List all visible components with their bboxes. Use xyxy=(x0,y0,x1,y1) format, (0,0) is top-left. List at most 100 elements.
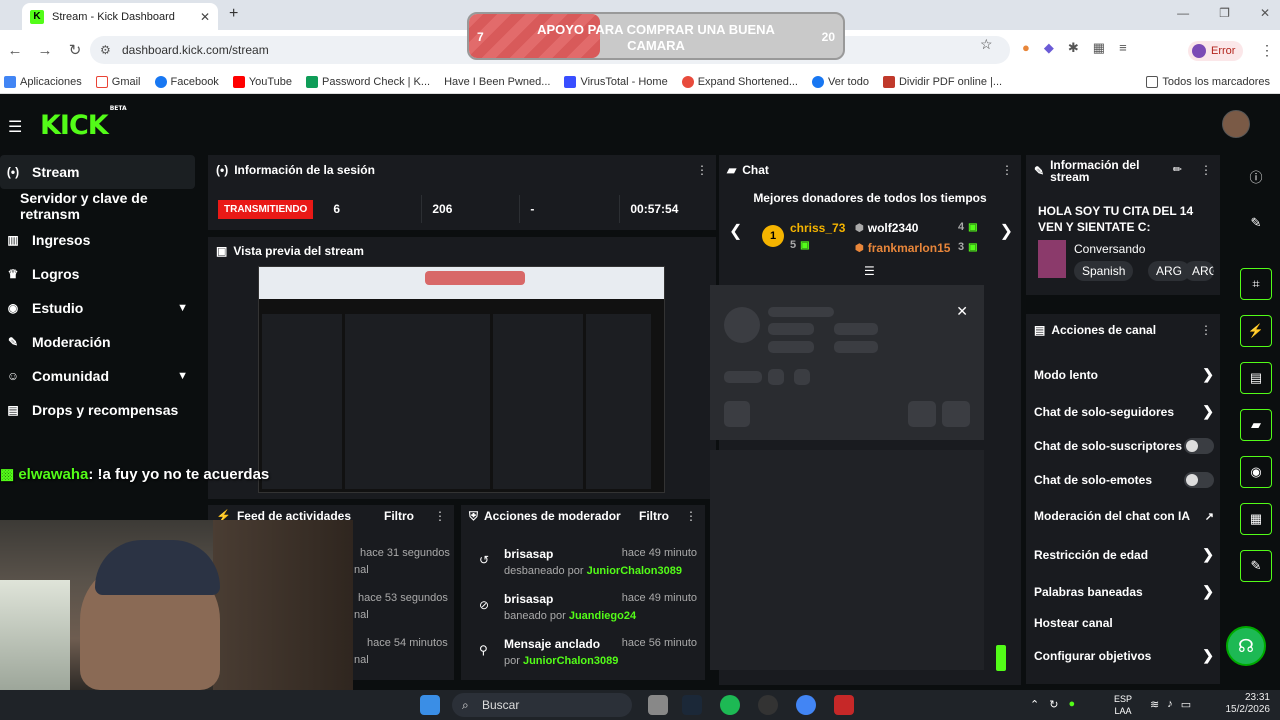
emotes-only-toggle[interactable] xyxy=(1184,472,1214,488)
wifi-icon[interactable]: ≋ xyxy=(1150,698,1159,711)
close-window-icon[interactable]: ✕ xyxy=(1260,6,1270,20)
more-icon[interactable]: ⋮ xyxy=(685,509,697,523)
reload-icon[interactable]: ↻ xyxy=(60,41,90,59)
donor-first[interactable]: chriss_73 xyxy=(790,221,845,235)
category-thumbnail[interactable] xyxy=(1038,240,1066,278)
chat-messages-area[interactable] xyxy=(710,450,984,670)
close-tab-icon[interactable]: ✕ xyxy=(200,10,210,24)
action-subscribers-only[interactable]: Chat de solo-suscriptores xyxy=(1034,438,1214,454)
action-followers-only[interactable]: Chat de solo-seguidores ❯ xyxy=(1034,403,1214,420)
stream-tag[interactable]: ARG xyxy=(1184,261,1214,281)
headset-support-button[interactable]: ☊ xyxy=(1226,626,1266,666)
bookmark-item[interactable]: VirusTotal - Home xyxy=(564,75,668,88)
extension-icon[interactable]: ✱ xyxy=(1068,40,1079,56)
bookmark-item[interactable]: Password Check | K... xyxy=(306,75,430,88)
browser-menu-icon[interactable]: ⋮ xyxy=(1260,42,1274,59)
more-icon[interactable]: ⋮ xyxy=(1200,163,1212,177)
file-explorer-icon[interactable] xyxy=(648,695,668,715)
chevron-up-icon[interactable]: ⌃ xyxy=(1030,698,1039,711)
donor-second[interactable]: ⬢ wolf2340 xyxy=(855,221,918,235)
menu-icon[interactable]: ☰ xyxy=(8,117,22,137)
edit-icon[interactable]: ✏ xyxy=(1173,163,1182,176)
action-ai-moderation[interactable]: Moderación del chat con IA ↗ xyxy=(1034,509,1214,523)
bookmark-item[interactable]: Aplicaciones xyxy=(4,75,82,88)
spotify-icon[interactable] xyxy=(720,695,740,715)
mod-user[interactable]: Juandiego24 xyxy=(569,610,636,622)
sync-icon[interactable]: ↻ xyxy=(1049,698,1058,711)
volume-icon[interactable]: ♪ xyxy=(1167,698,1173,711)
site-info-icon[interactable]: ⚙ xyxy=(100,43,111,57)
user-avatar[interactable] xyxy=(1222,110,1250,138)
action-age-restriction[interactable]: Restricción de edad ❯ xyxy=(1034,546,1214,563)
sidebar-item-ingresos[interactable]: ▥ Ingresos xyxy=(0,223,200,257)
action-emotes-only[interactable]: Chat de solo-emotes xyxy=(1034,472,1214,488)
broadcast-icon[interactable]: ◉ xyxy=(1240,456,1272,488)
sidebar-item-server-key[interactable]: Servidor y clave de retransm xyxy=(0,189,200,223)
extension-icon[interactable]: ● xyxy=(1022,40,1030,56)
all-bookmarks[interactable]: Todos los marcadores xyxy=(1146,75,1270,88)
obs-icon[interactable] xyxy=(758,695,778,715)
windows-start-icon[interactable] xyxy=(420,695,440,715)
sidebar-item-comunidad[interactable]: ☺ Comunidad ▼ xyxy=(0,359,200,393)
chrome-icon[interactable] xyxy=(796,695,816,715)
clock[interactable]: 23:31 15/2/2026 xyxy=(1226,692,1271,716)
sidebar-item-drops[interactable]: ▤ Drops y recompensas xyxy=(0,393,200,427)
wrench-icon[interactable]: ✎ xyxy=(1240,550,1272,582)
mic-icon[interactable]: ● xyxy=(1068,698,1075,711)
chat-icon[interactable]: ▰ xyxy=(1240,409,1272,441)
chevron-right-icon[interactable]: ❯ xyxy=(1000,221,1013,241)
collapse-icon[interactable]: ☰ xyxy=(864,264,875,278)
sidebar-item-logros[interactable]: ♛ Logros xyxy=(0,257,200,291)
feed-filter-button[interactable]: Filtro xyxy=(384,509,414,523)
bookmark-item[interactable]: Ver todo xyxy=(811,75,869,88)
action-host-channel[interactable]: Hostear canal xyxy=(1034,616,1214,630)
close-icon[interactable]: ✕ xyxy=(956,303,968,320)
bookmark-star-icon[interactable]: ☆ xyxy=(980,36,993,53)
bookmark-item[interactable]: Facebook xyxy=(154,75,219,88)
browser-tab[interactable]: K Stream - Kick Dashboard ✕ xyxy=(22,3,218,30)
translate-icon[interactable]: ◆ xyxy=(1044,40,1054,56)
subscribers-only-toggle[interactable] xyxy=(1184,438,1214,454)
maximize-icon[interactable]: ❐ xyxy=(1219,6,1230,20)
edit-icon[interactable]: ✎ xyxy=(1240,207,1272,239)
donor-third[interactable]: ⬢ frankmarlon15 xyxy=(855,241,950,255)
back-icon[interactable]: ← xyxy=(0,42,30,59)
stream-preview-video[interactable] xyxy=(258,266,665,493)
action-configure-goals[interactable]: Configurar objetivos ❯ xyxy=(1034,647,1214,664)
stream-tag[interactable]: Spanish xyxy=(1074,261,1134,281)
media-icon[interactable]: ≡ xyxy=(1119,40,1127,56)
bookmark-item[interactable]: Expand Shortened... xyxy=(681,75,798,88)
kick-logo[interactable]: KICKBETA xyxy=(40,105,127,141)
minimize-icon[interactable]: — xyxy=(1177,6,1189,20)
mod-user[interactable]: JuniorChalon3089 xyxy=(523,655,618,667)
category-name[interactable]: Conversando xyxy=(1074,242,1145,256)
sidebar-item-stream[interactable]: (•) Stream xyxy=(0,155,195,189)
language-indicator[interactable]: ESP LAA xyxy=(1114,693,1132,717)
more-icon[interactable]: ⋮ xyxy=(434,509,446,523)
mod-filter-button[interactable]: Filtro xyxy=(639,509,669,523)
info-icon[interactable]: ⓘ xyxy=(1240,160,1272,192)
layout-icon[interactable]: ▦ xyxy=(1240,503,1272,535)
more-icon[interactable]: ⋮ xyxy=(696,163,708,177)
more-icon[interactable]: ⋮ xyxy=(1001,163,1013,177)
sidebar-item-moderacion[interactable]: ✎ Moderación xyxy=(0,325,200,359)
bookmark-item[interactable]: YouTube xyxy=(232,75,292,88)
mod-user[interactable]: JuniorChalon3089 xyxy=(587,565,682,577)
bookmark-item[interactable]: Dividir PDF online |... xyxy=(882,75,1002,88)
notes-icon[interactable]: ▤ xyxy=(1240,362,1272,394)
chevron-left-icon[interactable]: ❮ xyxy=(729,221,742,241)
chat-send-button[interactable] xyxy=(996,645,1006,671)
bookmark-item[interactable]: Gmail xyxy=(95,75,141,88)
taskbar-search[interactable]: ⌕ Buscar xyxy=(452,693,632,717)
steam-icon[interactable] xyxy=(682,695,702,715)
new-tab-icon[interactable]: + xyxy=(229,5,238,23)
bookmark-item[interactable]: Have I Been Pwned... xyxy=(444,76,550,88)
more-icon[interactable]: ⋮ xyxy=(1200,323,1212,337)
action-banned-words[interactable]: Palabras baneadas ❯ xyxy=(1034,583,1214,600)
puzzle-icon[interactable]: ▦ xyxy=(1093,40,1105,56)
action-slow-mode[interactable]: Modo lento ❯ xyxy=(1034,366,1214,383)
clip-icon[interactable]: ⌗ xyxy=(1240,268,1272,300)
battery-icon[interactable]: ▭ xyxy=(1181,698,1191,711)
sidebar-item-estudio[interactable]: ◉ Estudio ▼ xyxy=(0,291,200,325)
bolt-icon[interactable]: ⚡ xyxy=(1240,315,1272,347)
